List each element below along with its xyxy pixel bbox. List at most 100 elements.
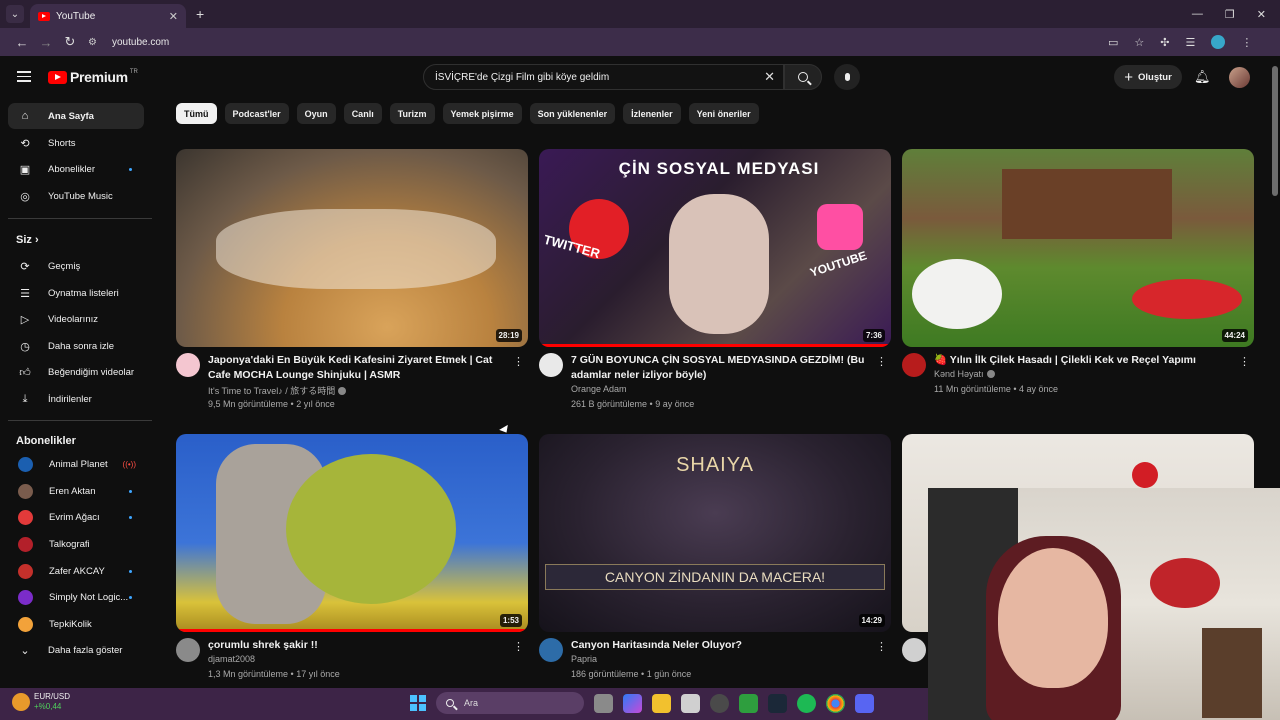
scrollbar-thumb[interactable] bbox=[1272, 66, 1278, 196]
minimize-icon[interactable]: — bbox=[1192, 8, 1203, 21]
browser-menu-icon[interactable]: ⋮ bbox=[1241, 36, 1252, 49]
channel-avatar[interactable] bbox=[539, 638, 563, 662]
back-icon[interactable]: ← bbox=[10, 35, 34, 50]
channel-name[interactable]: Orange Adam bbox=[571, 384, 627, 394]
chrome-icon[interactable] bbox=[826, 693, 845, 713]
url-field[interactable]: ⚙ youtube.com bbox=[88, 31, 1108, 53]
video-card[interactable]: SHAIYA CANYON ZİNDANIN DA MACERA! 14:29 … bbox=[539, 434, 891, 692]
sidebar-sub-talkografi[interactable]: Talkografi bbox=[8, 531, 144, 557]
forward-icon[interactable]: → bbox=[34, 35, 58, 50]
discord-icon[interactable] bbox=[855, 693, 874, 713]
video-title[interactable]: çorumlu shrek şakir !! bbox=[208, 638, 508, 653]
search-button[interactable] bbox=[784, 64, 822, 90]
site-info-icon[interactable]: ⚙ bbox=[88, 37, 104, 48]
channel-name[interactable]: Papria bbox=[571, 654, 597, 664]
sidebar-item-shorts[interactable]: ⟲ Shorts bbox=[8, 130, 144, 156]
sidebar-item-home[interactable]: ⌂ Ana Sayfa bbox=[8, 103, 144, 129]
xbox-icon[interactable] bbox=[739, 693, 758, 713]
windows-start-icon[interactable] bbox=[410, 695, 426, 711]
video-thumbnail[interactable]: 1:53 bbox=[176, 434, 528, 632]
sidebar-item-history[interactable]: ⟳ Geçmiş bbox=[8, 253, 144, 279]
close-window-icon[interactable]: ✕ bbox=[1257, 8, 1266, 21]
sidebar-sub-tepkikolik[interactable]: TepkiKolik bbox=[8, 611, 144, 637]
sidebar-sub-animal-planet[interactable]: Animal Planet ((•)) bbox=[8, 451, 144, 477]
video-title[interactable]: Japonya'daki En Büyük Kedi Kafesini Ziya… bbox=[208, 353, 508, 383]
video-thumbnail[interactable]: 28:19 bbox=[176, 149, 528, 347]
video-thumbnail[interactable]: SHAIYA CANYON ZİNDANIN DA MACERA! 14:29 bbox=[539, 434, 891, 632]
profile-avatar[interactable] bbox=[1229, 67, 1250, 88]
video-title[interactable]: Canyon Haritasında Neler Oluyor? bbox=[571, 638, 871, 653]
chip-gaming[interactable]: Oyun bbox=[296, 103, 336, 124]
sidebar-item-liked-videos[interactable]: 👍︎ Beğendiğim videolar bbox=[8, 359, 144, 385]
channel-name[interactable]: It's Time to Travel♪ / 旅する時間 bbox=[208, 384, 347, 397]
github-icon[interactable] bbox=[710, 693, 729, 713]
create-button[interactable]: + Oluştur bbox=[1114, 65, 1182, 89]
chip-new-to-you[interactable]: Yeni öneriler bbox=[688, 103, 759, 124]
extensions-icon[interactable]: ✣ bbox=[1160, 36, 1169, 49]
clear-search-icon[interactable]: ✕ bbox=[764, 69, 775, 85]
hamburger-menu-icon[interactable] bbox=[17, 71, 31, 85]
sidebar-sub-simply-not-logic[interactable]: Simply Not Logic... bbox=[8, 584, 144, 610]
task-view-icon[interactable] bbox=[594, 693, 613, 713]
sidebar-item-watch-later[interactable]: ◷ Daha sonra izle bbox=[8, 333, 144, 359]
chip-tourism[interactable]: Turizm bbox=[389, 103, 435, 124]
more-options-icon[interactable]: ⋮ bbox=[876, 355, 887, 368]
sidebar-sub-zafer-akcay[interactable]: Zafer AKCAY bbox=[8, 558, 144, 584]
reload-icon[interactable]: ↻ bbox=[58, 34, 82, 50]
restore-icon[interactable]: ❐ bbox=[1225, 8, 1235, 21]
sidebar-sub-eren-aktan[interactable]: Eren Aktan bbox=[8, 478, 144, 504]
bookmark-star-icon[interactable]: ☆ bbox=[1134, 36, 1144, 49]
more-options-icon[interactable]: ⋮ bbox=[1239, 355, 1250, 368]
channel-avatar[interactable] bbox=[539, 353, 563, 377]
notifications-bell-icon[interactable]: 🔔︎ bbox=[1194, 69, 1211, 85]
more-options-icon[interactable]: ⋮ bbox=[513, 640, 524, 653]
search-input[interactable]: İSVİÇRE'de Çizgi Film gibi köye geldim ✕ bbox=[423, 64, 784, 90]
taskbar-search[interactable]: Ara bbox=[436, 692, 584, 714]
microsoft-store-icon[interactable] bbox=[681, 693, 700, 713]
new-tab-button[interactable]: + bbox=[196, 6, 204, 22]
sidebar-item-youtube-music[interactable]: ◎ YouTube Music bbox=[8, 183, 144, 209]
channel-avatar[interactable] bbox=[902, 638, 926, 662]
copilot-icon[interactable] bbox=[623, 693, 642, 713]
video-card[interactable]: ÇİN SOSYAL MEDYASI TWITTER YOUTUBE 7:36 … bbox=[539, 149, 891, 409]
chip-recently-uploaded[interactable]: Son yüklenenler bbox=[529, 103, 616, 124]
chip-all[interactable]: Tümü bbox=[176, 103, 217, 124]
sidebar-item-downloads[interactable]: ⤓ İndirilenler bbox=[8, 386, 144, 412]
chip-cooking[interactable]: Yemek pişirme bbox=[442, 103, 522, 124]
sidebar-sub-evrim-agaci[interactable]: Evrim Ağacı bbox=[8, 504, 144, 530]
channel-name[interactable]: Kənd Həyatı bbox=[934, 369, 995, 379]
video-title[interactable]: 🍓 Yılın İlk Çilek Hasadı | Çilekli Kek v… bbox=[934, 353, 1234, 368]
chip-watched[interactable]: İzlenenler bbox=[623, 103, 681, 124]
video-card[interactable]: 28:19 Japonya'daki En Büyük Kedi Kafesin… bbox=[176, 149, 528, 409]
chip-live[interactable]: Canlı bbox=[343, 103, 382, 124]
sidebar-show-more[interactable]: ⌄ Daha fazla göster bbox=[8, 637, 144, 663]
stock-widget[interactable]: EUR/USD +%0,44 bbox=[12, 692, 70, 712]
more-options-icon[interactable]: ⋮ bbox=[513, 355, 524, 368]
youtube-logo[interactable]: Premium TR bbox=[48, 69, 138, 85]
sidebar-item-your-videos[interactable]: ▷ Videolarınız bbox=[8, 306, 144, 332]
more-options-icon[interactable]: ⋮ bbox=[876, 640, 887, 653]
cast-icon[interactable]: ▭ bbox=[1108, 36, 1118, 49]
browser-profile-avatar[interactable] bbox=[1211, 35, 1226, 49]
reading-list-icon[interactable]: ☰ bbox=[1186, 36, 1196, 49]
channel-name[interactable]: djamat2008 bbox=[208, 654, 255, 664]
steam-icon[interactable] bbox=[768, 693, 787, 713]
video-card[interactable]: 44:24 🍓 Yılın İlk Çilek Hasadı | Çilekli… bbox=[902, 149, 1254, 407]
video-card[interactable]: 1:53 çorumlu shrek şakir !! djamat2008 1… bbox=[176, 434, 528, 692]
chip-podcasts[interactable]: Podcast'ler bbox=[224, 103, 289, 124]
channel-avatar[interactable] bbox=[176, 638, 200, 662]
tab-menu-icon[interactable]: ⌄ bbox=[6, 5, 24, 23]
channel-avatar[interactable] bbox=[176, 353, 200, 377]
spotify-icon[interactable] bbox=[797, 693, 816, 713]
video-title[interactable]: 7 GÜN BOYUNCA ÇİN SOSYAL MEDYASINDA GEZD… bbox=[571, 353, 871, 383]
voice-search-button[interactable] bbox=[834, 64, 860, 90]
tab-close-icon[interactable]: ✕ bbox=[169, 10, 178, 23]
sidebar-item-subscriptions[interactable]: ▣ Abonelikler bbox=[8, 156, 144, 182]
file-explorer-icon[interactable] bbox=[652, 693, 671, 713]
video-thumbnail[interactable]: ÇİN SOSYAL MEDYASI TWITTER YOUTUBE 7:36 bbox=[539, 149, 891, 347]
browser-tab[interactable]: YouTube ✕ bbox=[30, 4, 186, 28]
sidebar-item-playlists[interactable]: ☰ Oynatma listeleri bbox=[8, 280, 144, 306]
channel-avatar[interactable] bbox=[902, 353, 926, 377]
video-thumbnail[interactable]: 44:24 bbox=[902, 149, 1254, 347]
you-section-heading[interactable]: Siz › bbox=[16, 234, 39, 246]
